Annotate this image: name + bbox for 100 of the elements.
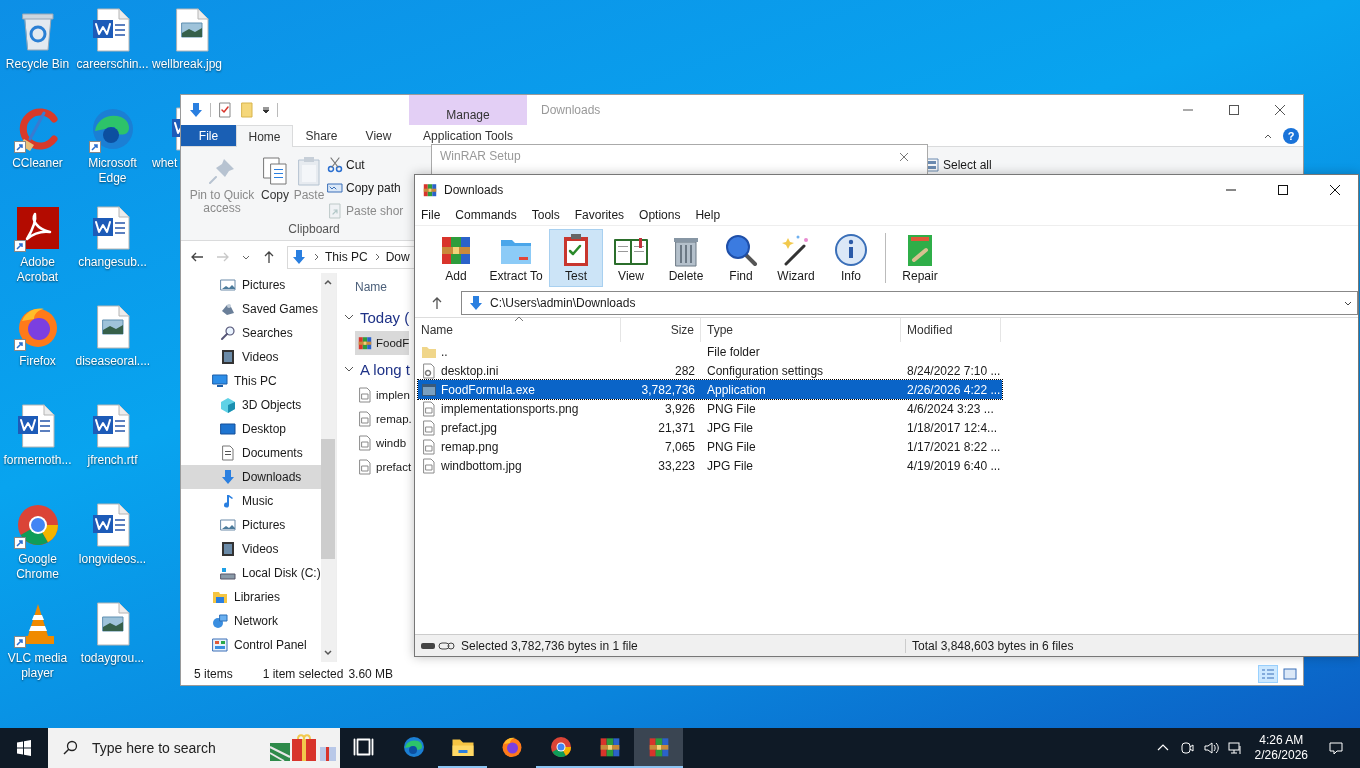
clock-date[interactable]: 2/26/2026: [1254, 748, 1308, 763]
file-modified: 4/19/2019 6:40 ...: [907, 458, 1001, 473]
nav-item[interactable]: Local Disk (C:): [181, 561, 321, 585]
archive-icon: [422, 182, 438, 198]
shortcut-icon: [327, 202, 343, 219]
expand-chevron-icon[interactable]: [344, 364, 354, 374]
menu-item[interactable]: Commands: [455, 208, 517, 222]
toolbar-button[interactable]: Repair: [893, 228, 947, 287]
nav-item[interactable]: Libraries: [181, 585, 321, 609]
toolbar-button[interactable]: Add: [429, 228, 483, 287]
file-row[interactable]: FoodFormula.exe 3,782,736 Application 2/26/2026 4:22 ...: [418, 380, 1002, 399]
menu-item[interactable]: File: [421, 208, 441, 222]
file-row[interactable]: prefact.jpg 21,371 JPG File 1/18/2017 12:4...: [418, 418, 1002, 437]
ribbon-tab[interactable]: Application Tools: [409, 125, 527, 146]
menu-item[interactable]: Tools: [531, 208, 560, 222]
breadcrumb-item[interactable]: Dow: [385, 250, 410, 264]
file-icon: [421, 400, 437, 417]
menu-item[interactable]: Help: [695, 208, 721, 222]
column-header[interactable]: Size: [621, 318, 701, 342]
ribbon-tab[interactable]: File: [181, 125, 236, 146]
file-size: 282: [674, 363, 695, 378]
file-row[interactable]: FoodF: [355, 331, 410, 355]
ribbon-button[interactable]: Copy: [259, 153, 291, 222]
file-row[interactable]: windbottom.jpg 33,223 JPG File 4/19/2019 6:40 ...: [418, 456, 1002, 475]
file-row[interactable]: windb: [355, 431, 407, 455]
group-header[interactable]: A long t: [360, 360, 411, 378]
window-title: Downloads: [540, 102, 602, 119]
toolbar-button[interactable]: Find: [714, 228, 768, 287]
ribbon-button[interactable]: Cut: [327, 155, 404, 174]
nav-item[interactable]: Control Panel: [181, 633, 321, 657]
item-count: 5 items: [194, 666, 233, 681]
column-header[interactable]: Type: [701, 318, 901, 342]
file-type: JPG File: [707, 420, 753, 435]
file-row[interactable]: desktop.ini 282 Configuration settings 8/24/2022 7:10 ...: [418, 361, 1002, 380]
file-name: desktop.ini: [441, 363, 499, 378]
download-icon: [468, 295, 484, 311]
selection-size: 3.60 MB: [348, 666, 394, 681]
column-header[interactable]: Name: [415, 318, 621, 342]
control-panel-icon: [212, 637, 228, 653]
column-header[interactable]: Name: [355, 279, 387, 303]
ribbon-tab[interactable]: Share: [293, 125, 350, 146]
file-name: implementationsports.png: [441, 401, 579, 416]
ribbon-group-label: Clipboard: [287, 222, 341, 236]
nav-item[interactable]: Videos: [181, 537, 321, 561]
path-field[interactable]: C:\Users\admin\Downloads: [461, 291, 1358, 315]
ribbon-button[interactable]: Copy path: [327, 178, 404, 197]
toolbar-button[interactable]: Wizard: [769, 228, 823, 287]
help-button[interactable]: ?: [1283, 127, 1299, 144]
group-header[interactable]: Today (: [360, 308, 410, 326]
toolbar-button[interactable]: Info: [824, 228, 878, 287]
nav-item[interactable]: Downloads: [181, 465, 321, 489]
scrollbar[interactable]: [320, 273, 336, 662]
file-row[interactable]: implementationsports.png 3,926 PNG File 4/6/2024 3:23 ...: [418, 399, 1002, 418]
nav-item[interactable]: Desktop: [181, 417, 321, 441]
nav-item[interactable]: Saved Games: [181, 297, 321, 321]
file-row[interactable]: .. File folder: [418, 342, 1002, 361]
toolbar-button[interactable]: Extract To: [484, 228, 548, 287]
column-header[interactable]: Modified: [901, 318, 1001, 342]
ribbon-tab[interactable]: View: [350, 125, 407, 146]
file-icon: [357, 435, 373, 451]
nav-item[interactable]: 3D Objects: [181, 393, 321, 417]
info-icon: [833, 232, 869, 268]
nav-item[interactable]: Searches: [181, 321, 321, 345]
file-row[interactable]: remap.png 7,065 PNG File 1/17/2021 8:22 ...: [418, 437, 1002, 456]
toolbar-button[interactable]: Test: [549, 228, 603, 287]
toolbar-button[interactable]: View: [604, 228, 658, 287]
clock-time[interactable]: 4:26 AM: [1259, 733, 1304, 748]
download-icon: [220, 469, 236, 485]
menu-item[interactable]: Favorites: [574, 208, 625, 222]
nav-item[interactable]: This PC: [181, 369, 321, 393]
library-folder-icon: [212, 589, 228, 605]
ribbon-button[interactable]: Select all: [924, 155, 992, 174]
ribbon-tab[interactable]: Home: [236, 125, 293, 147]
file-size: 21,371: [658, 420, 695, 435]
nav-item[interactable]: Videos: [181, 345, 321, 369]
nav-item[interactable]: Network: [181, 609, 321, 633]
nav-item[interactable]: Music: [181, 489, 321, 513]
cube-icon: [220, 397, 236, 413]
scroll-up-icon[interactable]: [323, 277, 334, 287]
shortcut-arrow-icon: [13, 141, 26, 153]
file-type: PNG File: [707, 439, 756, 454]
shortcut-arrow-icon: [13, 636, 26, 648]
file-row[interactable]: implen: [355, 383, 410, 407]
shortcut-arrow-icon: [88, 141, 101, 153]
dropdown-caret-icon[interactable]: [261, 105, 271, 115]
download-icon[interactable]: [188, 102, 204, 118]
search-field[interactable]: Type here to search: [48, 728, 340, 768]
address-bar[interactable]: This PC Dow: [287, 245, 414, 269]
toolbar-button[interactable]: Delete: [659, 228, 713, 287]
menu-item[interactable]: Options: [639, 208, 681, 222]
file-row[interactable]: remap.: [355, 407, 412, 431]
checklist-icon[interactable]: [217, 102, 233, 118]
scroll-down-icon[interactable]: [323, 648, 334, 658]
file-name: FoodFormula.exe: [441, 382, 536, 397]
file-row[interactable]: prefact: [355, 455, 412, 479]
nav-item[interactable]: Pictures: [181, 273, 321, 297]
breadcrumb-item[interactable]: This PC: [325, 250, 368, 264]
nav-item[interactable]: Pictures: [181, 513, 321, 537]
expand-chevron-icon[interactable]: [344, 312, 354, 322]
nav-item[interactable]: Documents: [181, 441, 321, 465]
